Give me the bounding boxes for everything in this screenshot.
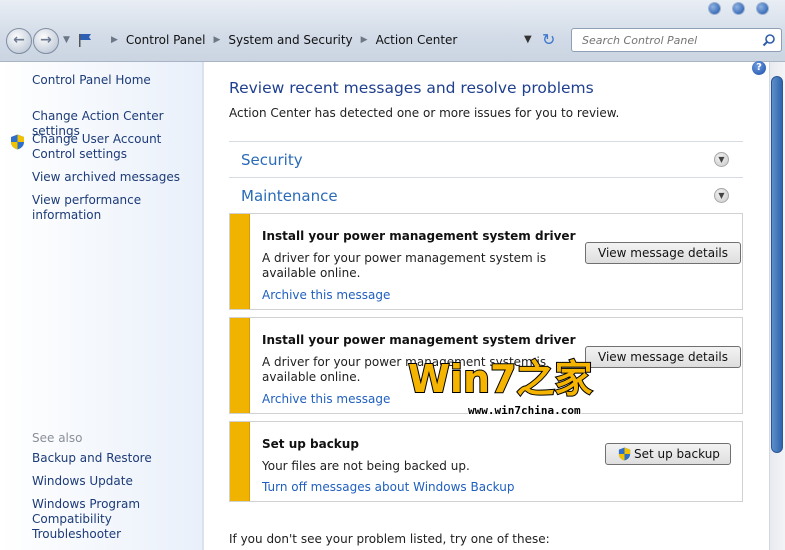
search-icon[interactable] [762,33,776,47]
archive-message-link[interactable]: Archive this message [262,288,390,302]
warning-accent-bar [230,214,250,309]
set-up-backup-button[interactable]: Set up backup [605,443,731,465]
see-also-windows-update[interactable]: Windows Update [32,474,200,489]
search-box[interactable] [571,28,782,52]
back-button[interactable]: ← [6,28,32,54]
see-also-backup-and-restore[interactable]: Backup and Restore [32,451,200,466]
warning-accent-bar [230,422,250,501]
flag-icon [79,34,91,47]
uac-shield-icon [11,134,24,150]
window-button-icon[interactable] [733,3,744,14]
forward-button[interactable]: → [33,28,59,54]
turn-off-backup-messages-link[interactable]: Turn off messages about Windows Backup [262,480,514,494]
breadcrumb-item-action-center[interactable]: Action Center [376,33,458,47]
message-body: A driver for your power management syste… [262,251,547,280]
archive-message-link[interactable]: Archive this message [262,392,390,406]
set-up-backup-button-label[interactable]: Set up backup [634,447,720,461]
section-security[interactable]: Security ▼ [229,141,743,177]
footer-text: If you don't see your problem listed, tr… [229,532,550,546]
window-button-icon[interactable] [757,3,768,14]
message-body: Your files are not being backed up. [262,459,470,473]
sidebar-item-view-archived-messages[interactable]: View archived messages [32,170,200,185]
watermark-logo-text: Win7之家 [408,357,592,401]
title-bar: ← → ▼ ▶ Control Panel ▶ System and Secur… [0,0,785,62]
watermark-url: www.win7china.com [468,404,581,417]
breadcrumb-item-system-and-security[interactable]: System and Security [228,33,352,47]
address-dropdown-icon[interactable]: ▼ [524,34,532,45]
breadcrumb-separator-icon[interactable]: ▶ [361,35,368,45]
chevron-down-icon[interactable]: ▼ [714,188,729,203]
see-also-header: See also [32,431,83,445]
search-input[interactable] [580,32,755,48]
sidebar-item-view-performance-information[interactable]: View performance information [32,193,200,223]
uac-shield-icon [618,447,631,461]
see-also-compatibility-troubleshooter[interactable]: Windows Program Compatibility Troublesho… [32,497,200,542]
view-message-details-button[interactable]: View message details [585,346,742,368]
sidebar-item-control-panel-home[interactable]: Control Panel Home [32,73,200,88]
breadcrumb-item-control-panel[interactable]: Control Panel [126,33,206,47]
sidebar-item-change-uac-settings[interactable]: Change User Account Control settings [32,132,200,162]
view-message-details-button[interactable]: View message details [585,242,742,264]
message-title: Install your power management system dri… [262,333,576,347]
warning-accent-bar [230,318,250,413]
breadcrumb[interactable]: ▶ Control Panel ▶ System and Security ▶ … [72,28,564,52]
chevron-down-icon[interactable]: ▼ [714,152,729,167]
refresh-icon[interactable]: ↻ [542,30,555,49]
breadcrumb-separator-icon[interactable]: ▶ [111,35,118,45]
message-title: Install your power management system dri… [262,229,576,243]
recent-pages-dropdown-icon[interactable]: ▼ [63,35,70,45]
section-maintenance[interactable]: Maintenance ▼ [229,177,743,213]
page-subtitle: Action Center has detected one or more i… [229,106,620,120]
window-button-icon[interactable] [709,3,720,14]
scrollbar-thumb[interactable] [771,76,783,453]
message-item: Set up backup Your files are not being b… [229,421,743,502]
main-content-pane: Review recent messages and resolve probl… [204,62,769,550]
left-navigation-pane: Control Panel Home Change Action Center … [0,62,203,550]
breadcrumb-separator-icon[interactable]: ▶ [214,35,221,45]
section-maintenance-label[interactable]: Maintenance [241,187,338,205]
message-title: Set up backup [262,437,359,451]
section-security-label[interactable]: Security [241,151,303,169]
message-item: Install your power management system dri… [229,213,743,310]
page-title: Review recent messages and resolve probl… [229,79,594,97]
help-icon[interactable]: ? [752,61,766,75]
